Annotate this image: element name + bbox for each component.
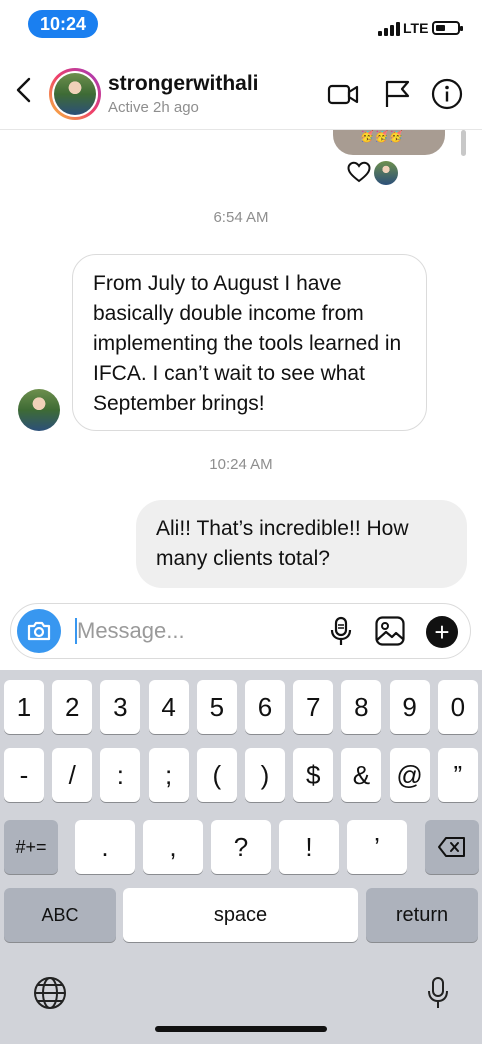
key-abc[interactable]: ABC bbox=[4, 888, 116, 942]
microphone-icon[interactable] bbox=[325, 615, 357, 647]
back-icon[interactable] bbox=[12, 76, 36, 104]
key-punct-0[interactable]: . bbox=[75, 820, 135, 874]
key-punct-3[interactable]: ! bbox=[279, 820, 339, 874]
key-punct-1[interactable]: , bbox=[143, 820, 203, 874]
cellular-signal-icon bbox=[378, 22, 400, 36]
reactor-avatar bbox=[374, 161, 398, 185]
username[interactable]: strongerwithali bbox=[108, 72, 259, 96]
key-return[interactable]: return bbox=[366, 888, 478, 942]
key-symbol-7[interactable]: & bbox=[341, 748, 382, 802]
camera-icon bbox=[27, 621, 51, 641]
sender-avatar[interactable] bbox=[18, 389, 60, 431]
key-symbol-0[interactable]: - bbox=[4, 748, 44, 802]
globe-icon[interactable] bbox=[32, 975, 68, 1011]
key-digit-7[interactable]: 8 bbox=[341, 680, 382, 734]
key-digit-5[interactable]: 6 bbox=[245, 680, 285, 734]
outgoing-message-bubble[interactable]: Ali!! That’s incredible!! How many clien… bbox=[136, 500, 467, 588]
key-digit-0[interactable]: 1 bbox=[4, 680, 44, 734]
key-symbol-2[interactable]: : bbox=[100, 748, 141, 802]
battery-level bbox=[436, 25, 445, 31]
info-icon[interactable] bbox=[431, 78, 463, 110]
message-composer: + bbox=[10, 603, 471, 659]
active-status: Active 2h ago bbox=[108, 99, 199, 116]
flag-icon[interactable] bbox=[381, 78, 413, 110]
incoming-message-bubble[interactable]: From July to August I have basically dou… bbox=[72, 254, 427, 431]
gallery-icon[interactable] bbox=[374, 615, 406, 647]
key-digit-6[interactable]: 7 bbox=[293, 680, 334, 734]
backspace-icon bbox=[438, 837, 465, 857]
key-symbol-4[interactable]: ( bbox=[196, 748, 237, 802]
chat-header: strongerwithali Active 2h ago bbox=[0, 50, 482, 130]
status-time: 10:24 bbox=[28, 10, 98, 38]
key-digit-3[interactable]: 4 bbox=[148, 680, 189, 734]
key-digit-4[interactable]: 5 bbox=[196, 680, 237, 734]
message-thread[interactable]: 🥳🥳🥳 6:54 AM From July to August I have b… bbox=[0, 130, 482, 600]
key-symbol-9[interactable]: ” bbox=[437, 748, 478, 802]
backspace-key[interactable] bbox=[425, 820, 479, 874]
key-symbols-toggle[interactable]: #+= bbox=[4, 820, 58, 874]
timestamp: 6:54 AM bbox=[213, 209, 269, 226]
dictation-microphone-icon[interactable] bbox=[424, 975, 452, 1011]
key-symbol-3[interactable]: ; bbox=[148, 748, 189, 802]
key-digit-8[interactable]: 9 bbox=[389, 680, 430, 734]
battery-icon bbox=[432, 21, 463, 35]
key-punct-4[interactable]: ’ bbox=[347, 820, 407, 874]
key-symbol-8[interactable]: @ bbox=[389, 748, 430, 802]
home-indicator[interactable] bbox=[155, 1026, 327, 1032]
profile-avatar[interactable] bbox=[49, 68, 101, 120]
camera-button[interactable] bbox=[17, 609, 61, 653]
plus-icon[interactable]: + bbox=[426, 616, 458, 648]
heart-reaction-icon[interactable] bbox=[347, 161, 371, 183]
previous-message-emoji: 🥳🥳🥳 bbox=[360, 131, 405, 143]
scrollbar[interactable] bbox=[461, 130, 466, 156]
numeric-keyboard: 1234567890 - /:;() $ & @” #+= .,?!’ ABC spac… bbox=[0, 670, 482, 1044]
key-digit-1[interactable]: 2 bbox=[52, 680, 93, 734]
timestamp: 10:24 AM bbox=[209, 456, 273, 473]
key-symbol-5[interactable]: ) bbox=[245, 748, 285, 802]
message-input[interactable] bbox=[77, 612, 317, 650]
key-digit-9[interactable]: 0 bbox=[437, 680, 478, 734]
key-symbol-6[interactable]: $ bbox=[293, 748, 334, 802]
status-bar: 10:24 LTE bbox=[0, 0, 482, 50]
video-call-icon[interactable] bbox=[327, 78, 359, 110]
key-digit-2[interactable]: 3 bbox=[100, 680, 141, 734]
network-type: LTE bbox=[403, 20, 429, 36]
key-punct-2[interactable]: ? bbox=[211, 820, 271, 874]
key-space[interactable]: space bbox=[123, 888, 358, 942]
key-symbol-1[interactable]: / bbox=[52, 748, 93, 802]
